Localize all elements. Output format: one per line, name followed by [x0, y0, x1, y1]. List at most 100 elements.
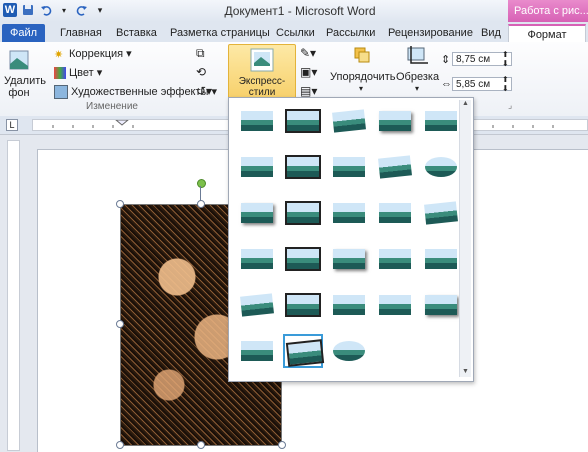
color-button[interactable]: Цвет ▾ [54, 66, 102, 80]
crop-button[interactable]: Обрезка ▾ [396, 44, 439, 95]
picture-style-thumbnail[interactable] [283, 242, 323, 276]
resize-handle-left[interactable] [116, 320, 124, 328]
picture-style-thumbnail[interactable] [329, 104, 369, 138]
tab-selector[interactable]: L [6, 119, 18, 131]
picture-effects-icon[interactable]: ▣▾ [300, 65, 317, 79]
correction-button[interactable]: ✷ Коррекция ▾ [54, 47, 132, 62]
thumbnail-image [425, 295, 457, 315]
picture-style-thumbnail[interactable] [329, 196, 369, 230]
tab-view[interactable]: Вид [481, 24, 501, 42]
picture-style-thumbnail[interactable] [421, 150, 461, 184]
picture-style-thumbnail[interactable] [283, 288, 323, 322]
remove-background-icon [9, 50, 29, 70]
chevron-down-icon[interactable]: ▾ [57, 3, 71, 17]
picture-border-icon[interactable]: ✎▾ [300, 46, 316, 60]
window-title: Документ1 - Microsoft Word [224, 4, 376, 18]
thumbnail-image [425, 249, 457, 269]
picture-style-thumbnail[interactable] [237, 104, 277, 138]
sun-icon: ✷ [54, 49, 64, 62]
picture-style-thumbnail[interactable] [421, 196, 461, 230]
thumbnail-image [241, 111, 273, 131]
picture-style-thumbnail[interactable] [329, 288, 369, 322]
resize-handle-top[interactable] [197, 200, 205, 208]
redo-icon[interactable] [75, 3, 89, 17]
gallery-scrollbar[interactable]: ▲ ▼ [459, 100, 471, 377]
picture-style-thumbnail[interactable] [375, 104, 415, 138]
thumbnail-image [332, 109, 366, 133]
picture-style-thumbnail[interactable] [375, 196, 415, 230]
compress-pictures-icon[interactable]: ⧉ [196, 46, 205, 61]
scroll-up-icon[interactable]: ▲ [460, 100, 471, 107]
artistic-effects-icon [54, 85, 68, 100]
scroll-down-icon[interactable]: ▼ [460, 368, 471, 375]
picture-style-thumbnail[interactable] [237, 288, 277, 322]
tab-references[interactable]: Ссылки [276, 24, 315, 42]
tab-insert[interactable]: Вставка [116, 24, 157, 42]
thumbnail-image [424, 201, 458, 225]
picture-style-thumbnail[interactable] [283, 196, 323, 230]
picture-style-thumbnail[interactable] [421, 288, 461, 322]
correction-label: Коррекция [69, 48, 124, 60]
tab-review[interactable]: Рецензирование [388, 24, 473, 42]
picture-style-thumbnail[interactable] [421, 242, 461, 276]
picture-style-thumbnail[interactable] [329, 150, 369, 184]
picture-style-thumbnail[interactable] [375, 150, 415, 184]
picture-layout-icon[interactable]: ▤▾ [300, 84, 317, 98]
express-styles-button[interactable]: Экспресс-стили ▾ [228, 44, 296, 107]
title-bar: W ▾ ▾ Документ1 - Microsoft Word Работа … [0, 0, 588, 22]
thumbnail-image [379, 111, 411, 131]
rotation-handle[interactable] [197, 179, 206, 188]
resize-handle-bottom[interactable] [197, 441, 205, 449]
resize-handle-bottom-right[interactable] [278, 441, 286, 449]
size-dialog-launcher-icon[interactable]: ⌟ [508, 100, 512, 111]
ribbon-tabs: Файл Главная Вставка Разметка страницы С… [0, 22, 588, 42]
tab-mailings[interactable]: Рассылки [326, 24, 375, 42]
resize-handle-top-left[interactable] [116, 200, 124, 208]
express-styles-label: Экспресс-стили [238, 76, 286, 98]
picture-style-thumbnail[interactable] [329, 334, 369, 368]
picture-style-thumbnail[interactable] [237, 242, 277, 276]
tab-home[interactable]: Главная [60, 24, 102, 42]
artistic-effects-label: Художественные эффекты [71, 86, 209, 98]
thumbnail-image [285, 201, 321, 225]
thumbnail-image [378, 155, 412, 179]
width-spinner-icon[interactable]: ⬆ ⬇ [502, 75, 509, 93]
thumbnail-image [285, 293, 321, 317]
picture-style-thumbnail[interactable] [421, 104, 461, 138]
word-logo-icon[interactable]: W [3, 3, 17, 17]
picture-style-thumbnail[interactable] [329, 242, 369, 276]
picture-style-thumbnail[interactable] [375, 288, 415, 322]
artistic-effects-button[interactable]: Художественные эффекты ▾ [54, 85, 217, 100]
reset-picture-icon[interactable]: ↺▾ [196, 84, 212, 98]
picture-style-thumbnail[interactable] [237, 196, 277, 230]
picture-style-thumbnail[interactable] [283, 150, 323, 184]
resize-handle-bottom-left[interactable] [116, 441, 124, 449]
thumbnail-image [333, 157, 365, 177]
thumbnail-image [241, 249, 273, 269]
chevron-down-icon: ▾ [358, 84, 363, 93]
remove-background-button[interactable]: Удалить фон [4, 48, 46, 99]
picture-style-thumbnail[interactable] [283, 334, 325, 368]
customize-qat-icon[interactable]: ▾ [93, 3, 107, 17]
thumbnail-image [241, 203, 273, 223]
undo-icon[interactable] [39, 3, 53, 17]
height-icon: ⇕ [441, 54, 451, 66]
arrange-button[interactable]: Упорядочить ▾ [330, 44, 395, 95]
thumbnail-image [425, 111, 457, 131]
thumbnail-image [379, 295, 411, 315]
tab-page-layout[interactable]: Разметка страницы [170, 24, 270, 42]
thumbnail-image [285, 247, 321, 271]
save-icon[interactable] [21, 3, 35, 17]
thumbnail-image [285, 155, 321, 179]
remove-background-label-2: фон [8, 87, 30, 99]
express-styles-gallery: ▲ ▼ [228, 97, 474, 382]
tab-file[interactable]: Файл [2, 24, 46, 42]
picture-style-thumbnail[interactable] [237, 150, 277, 184]
picture-style-thumbnail[interactable] [237, 334, 277, 368]
picture-style-thumbnail[interactable] [375, 242, 415, 276]
tab-format[interactable]: Формат [508, 24, 586, 42]
change-picture-icon[interactable]: ⟲ [196, 65, 206, 79]
height-spinner-icon[interactable]: ⬆ ⬇ [502, 50, 509, 68]
vertical-ruler[interactable] [7, 140, 20, 451]
picture-style-thumbnail[interactable] [283, 104, 323, 138]
